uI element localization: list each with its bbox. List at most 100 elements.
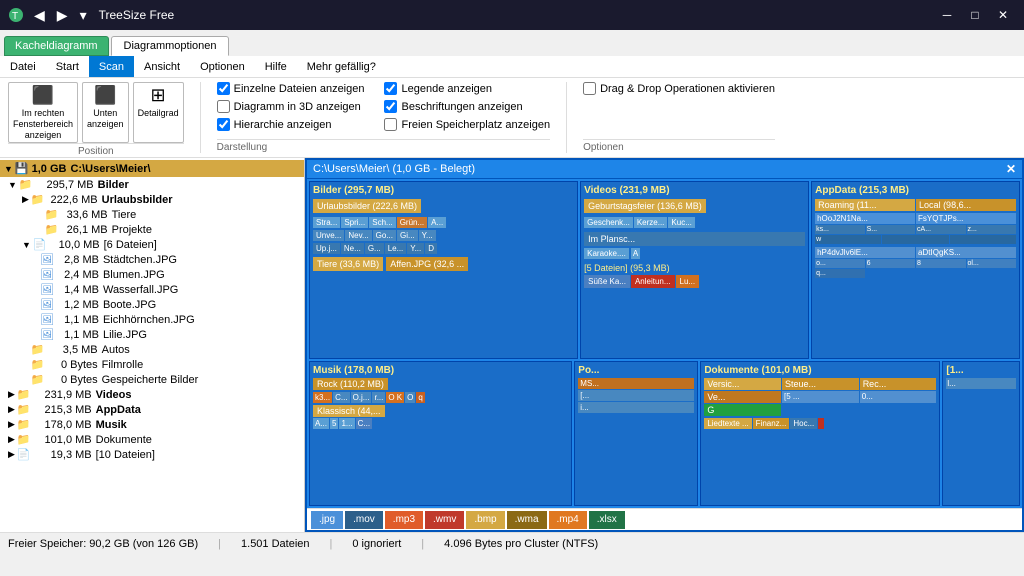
tree-toggle-urlaubsbilder[interactable]: ▶ [22, 194, 29, 205]
check-beschriftungen[interactable]: Beschriftungen anzeigen [384, 100, 550, 113]
menu-hilfe[interactable]: Hilfe [255, 56, 297, 77]
tile-geburt-sub[interactable]: Geburtstagsfeier (136,6 MB) [584, 199, 706, 213]
file-susse: Süße Ka... [584, 275, 630, 288]
tree-item-gespeicherte[interactable]: ▶ 📁 0 Bytes Gespeicherte Bilder [0, 372, 304, 387]
legend-wma[interactable]: .wma [507, 511, 547, 529]
menu-scan[interactable]: Scan [89, 56, 134, 77]
klassisch-files: A... 5 1... C... [313, 418, 568, 429]
position-right-button[interactable]: ⬛ Im rechtenFensterbereichanzeigen [8, 82, 78, 143]
tree-file-eichhoernchen[interactable]: 🖼 1,1 MB Eichhörnchen.JPG [36, 312, 304, 327]
menu-start[interactable]: Start [46, 56, 89, 77]
tree-toggle-videos[interactable]: ▶ [8, 389, 15, 400]
tree-root-toggle[interactable]: ▼ [4, 164, 13, 174]
file-s2: S... [866, 225, 915, 234]
check-drag-drop[interactable]: Drag & Drop Operationen aktivieren [583, 82, 775, 95]
pin-button[interactable]: ▾ [76, 7, 91, 24]
tile-top-row: Bilder (295,7 MB) Urlaubsbilder (222,6 M… [307, 179, 1022, 360]
menu-mehr[interactable]: Mehr gefällig? [297, 56, 386, 77]
detailgrad-button[interactable]: ⊞ Detailgrad [133, 82, 184, 143]
file-icon-stadtchen: 🖼 [40, 253, 54, 266]
file-c: C... [333, 392, 349, 403]
tree-toggle-6dateien[interactable]: ▼ [22, 240, 31, 250]
tree-item-videos[interactable]: ▶ 📁 231,9 MB Videos [0, 387, 304, 402]
tab-kachel[interactable]: Kacheldiagramm [4, 36, 109, 56]
tree-name-wasserfall: Wasserfall.JPG [103, 284, 178, 296]
folder-icon-videos: 📁 [17, 388, 31, 401]
tile-videos[interactable]: Videos (231,9 MB) Geburtstagsfeier (136,… [580, 181, 809, 359]
window-controls: ─ □ ✕ [934, 5, 1016, 25]
tree-item-autos[interactable]: ▶ 📁 3,5 MB Autos [0, 342, 304, 357]
tile-rock-sub[interactable]: Rock (110,2 MB) [313, 378, 388, 390]
tree-file-stadtchen[interactable]: 🖼 2,8 MB Städtchen.JPG [36, 252, 304, 267]
darstellung-label: Darstellung [217, 139, 550, 153]
tree-file-lilie[interactable]: 🖼 1,1 MB Lilie.JPG [36, 327, 304, 342]
tile-close-icon[interactable]: ✕ [1006, 162, 1016, 176]
tile-musik[interactable]: Musik (178,0 MB) Rock (110,2 MB) k3... C… [309, 361, 572, 506]
tree-name-eichhoernchen: Eichhörnchen.JPG [103, 314, 195, 326]
tile-klassisch-sub[interactable]: Klassisch (44,... [313, 405, 385, 417]
forward-button[interactable]: ▶ [53, 7, 72, 24]
tree-size-dokumente: 101,0 MB [34, 434, 92, 446]
legend-wmv[interactable]: .wmv [425, 511, 464, 529]
legend-xlsx[interactable]: .xlsx [589, 511, 625, 529]
tree-file-boote[interactable]: 🖼 1,2 MB Boote.JPG [36, 297, 304, 312]
tree-item-appdata[interactable]: ▶ 📁 215,3 MB AppData [0, 402, 304, 417]
menu-datei[interactable]: Datei [0, 56, 46, 77]
appdata-subs: Roaming (11... Local (98,6... [815, 199, 1016, 211]
svg-text:T: T [12, 11, 18, 22]
check-diagramm-3d[interactable]: Diagramm in 3D anzeigen [217, 100, 365, 113]
tile-dokumente[interactable]: Dokumente (101,0 MB) Versic... Steue... … [700, 361, 940, 506]
check-hierarchie[interactable]: Hierarchie anzeigen [217, 118, 365, 131]
tree-file-blumen[interactable]: 🖼 2,4 MB Blumen.JPG [36, 267, 304, 282]
tree-name-dokumente: Dokumente [96, 434, 152, 446]
tree-toggle-appdata[interactable]: ▶ [8, 404, 15, 415]
tree-toggle-musik[interactable]: ▶ [8, 419, 15, 430]
legend-bmp[interactable]: .bmp [466, 511, 504, 529]
tile-bilder[interactable]: Bilder (295,7 MB) Urlaubsbilder (222,6 M… [309, 181, 578, 359]
legend-jpg[interactable]: .jpg [311, 511, 343, 529]
tile-bilder-title: Bilder (295,7 MB) [313, 185, 574, 196]
maximize-button[interactable]: □ [962, 5, 988, 25]
file-oj: O.j... [351, 392, 372, 403]
minimize-button[interactable]: ─ [934, 5, 960, 25]
tile-appdata[interactable]: AppData (215,3 MB) Roaming (11... Local … [811, 181, 1020, 359]
menu-optionen[interactable]: Optionen [190, 56, 255, 77]
file-spri: Spri... [341, 217, 368, 228]
tree-item-musik[interactable]: ▶ 📁 178,0 MB Musik [0, 417, 304, 432]
tree-file-wasserfall[interactable]: 🖼 1,4 MB Wasserfall.JPG [36, 282, 304, 297]
tree-item-filmrolle[interactable]: ▶ 📁 0 Bytes Filmrolle [0, 357, 304, 372]
tree-toggle-bilder[interactable]: ▼ [8, 180, 17, 190]
folder-icon-6dateien: 📄 [33, 238, 47, 251]
file-k3: k3... [313, 392, 332, 403]
check-freier-speicher[interactable]: Freien Speicherplatz anzeigen [384, 118, 550, 131]
tree-item-projekte[interactable]: ▶ 📁 26,1 MB Projekte [0, 222, 304, 237]
legend-mp3[interactable]: .mp3 [385, 511, 423, 529]
tree-toggle-10dateien[interactable]: ▶ [8, 449, 15, 460]
tile-urlaubsbilder-sub[interactable]: Urlaubsbilder (222,6 MB) [313, 199, 421, 213]
tree-item-10dateien[interactable]: ▶ 📄 19,3 MB [10 Dateien] [0, 447, 304, 462]
tree-item-6dateien[interactable]: ▼ 📄 10,0 MB [6 Dateien] [0, 237, 304, 252]
tile-tiere-sub[interactable]: Tiere (33,6 MB) [313, 257, 383, 271]
tree-item-urlaubsbilder[interactable]: ▶ 📁 222,6 MB Urlaubsbilder [0, 192, 304, 207]
tile-extra[interactable]: [1... l... [942, 361, 1020, 506]
tree-size-10dateien: 19,3 MB [34, 449, 92, 461]
tile-affen-sub[interactable]: Affen.JPG (32,6 ... [386, 257, 468, 271]
menu-ansicht[interactable]: Ansicht [134, 56, 190, 77]
tree-root[interactable]: ▼ 💾 1,0 GB C:\Users\Meier\ [0, 160, 304, 177]
tree-size-stadtchen: 2,8 MB [57, 254, 99, 266]
tree-item-bilder[interactable]: ▼ 📁 295,7 MB Bilder [0, 177, 304, 192]
tree-item-tiere[interactable]: ▶ 📁 33,6 MB Tiere [0, 207, 304, 222]
close-button[interactable]: ✕ [990, 5, 1016, 25]
position-bottom-button[interactable]: ⬛ Untenanzeigen [82, 82, 129, 143]
back-button[interactable]: ◀ [30, 7, 49, 24]
tree-item-dokumente[interactable]: ▶ 📁 101,0 MB Dokumente [0, 432, 304, 447]
check-einzelne-dateien[interactable]: Einzelne Dateien anzeigen [217, 82, 365, 95]
tree-toggle-dokumente[interactable]: ▶ [8, 434, 15, 445]
legend-mov[interactable]: .mov [345, 511, 383, 529]
check-legende[interactable]: Legende anzeigen [384, 82, 550, 95]
legend-mp4[interactable]: .mp4 [549, 511, 587, 529]
tab-diagramm[interactable]: Diagrammoptionen [111, 36, 230, 56]
tree-name-stadtchen: Städtchen.JPG [103, 254, 177, 266]
tile-extra-title: [1... [946, 365, 1016, 376]
tile-po[interactable]: Po... MS... [... i... [574, 361, 698, 506]
